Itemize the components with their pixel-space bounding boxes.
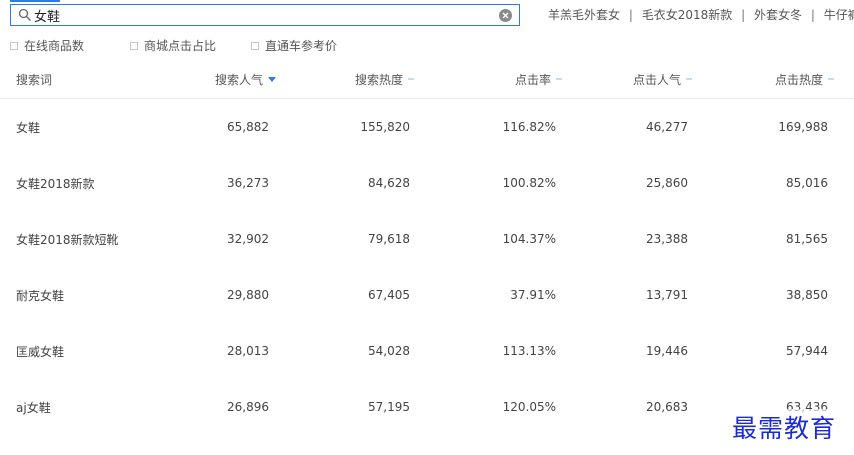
cell-click-popularity: 25,860: [646, 176, 688, 190]
checkbox[interactable]: [10, 41, 18, 50]
related-keywords: 羊羔毛外套女 | 毛衣女2018新款 | 外套女冬 | 牛仔裤: [548, 6, 854, 23]
cell-search-term: aj女鞋: [16, 400, 51, 415]
table-row[interactable]: 耐克女鞋 29,880 67,405 37.91% 13,791 38,850: [0, 267, 854, 323]
table-row[interactable]: 女鞋2018新款 36,273 84,628 100.82% 25,860 85…: [0, 155, 854, 211]
top-accent-line: [10, 0, 60, 2]
sort-desc-icon[interactable]: [268, 76, 277, 82]
search-input[interactable]: [34, 7, 494, 23]
header-label: 搜索词: [16, 72, 53, 87]
cell-click-popularity: 23,388: [646, 232, 688, 246]
cell-search-popularity: 65,882: [227, 120, 269, 134]
cell-click-heat: 169,988: [778, 120, 828, 134]
cell-search-popularity: 32,902: [227, 232, 269, 246]
cell-search-heat: 57,195: [368, 400, 410, 414]
table-row[interactable]: 匡威女鞋 28,013 54,028 113.13% 19,446 57,944: [0, 323, 854, 379]
cell-search-popularity: 28,013: [227, 344, 269, 358]
keyword-link[interactable]: 牛仔裤: [824, 6, 854, 23]
table-header-row: 搜索词 搜索人气 搜索热度 点击率 点击人气 点击热度: [0, 60, 854, 99]
cell-search-heat: 67,405: [368, 288, 410, 302]
header-label: 点击率: [515, 72, 552, 87]
cell-click-rate: 113.13%: [502, 344, 556, 358]
sort-icon[interactable]: [408, 78, 415, 80]
cell-click-heat: 81,565: [786, 232, 828, 246]
filter-online-products[interactable]: 在线商品数: [10, 37, 84, 54]
keyword-link[interactable]: 外套女冬: [754, 6, 802, 23]
filter-ztc-reference-price[interactable]: 直通车参考价: [251, 37, 337, 54]
keyword-link[interactable]: 毛衣女2018新款: [642, 6, 733, 23]
cell-search-term: 耐克女鞋: [16, 288, 65, 303]
cell-search-term: 匡威女鞋: [16, 344, 65, 359]
cell-search-heat: 79,618: [368, 232, 410, 246]
sort-icon[interactable]: [828, 78, 835, 80]
search-box[interactable]: [10, 4, 520, 26]
sort-icon[interactable]: [686, 78, 693, 80]
cell-click-heat: 57,944: [786, 344, 828, 358]
keyword-separator: |: [628, 8, 633, 22]
cell-click-popularity: 13,791: [646, 288, 688, 302]
header-label: 搜索人气: [215, 72, 264, 87]
header-click-heat[interactable]: 点击热度: [775, 60, 835, 98]
filter-label: 在线商品数: [24, 39, 85, 53]
header-search-popularity[interactable]: 搜索人气: [215, 60, 277, 98]
header-click-rate[interactable]: 点击率: [515, 60, 563, 98]
header-search-term: 搜索词: [16, 60, 52, 98]
header-label: 点击热度: [775, 72, 824, 87]
table-row[interactable]: 女鞋2018新款短靴 32,902 79,618 104.37% 23,388 …: [0, 211, 854, 267]
table-row[interactable]: aj女鞋 26,896 57,195 120.05% 20,683 63,436: [0, 379, 854, 435]
cell-search-term: 女鞋2018新款短靴: [16, 232, 119, 247]
keyword-separator: |: [810, 8, 815, 22]
cell-click-rate: 104.37%: [502, 232, 556, 246]
cell-click-popularity: 20,683: [646, 400, 688, 414]
search-icon: [18, 8, 31, 21]
cell-search-term: 女鞋: [16, 120, 41, 135]
cell-search-heat: 54,028: [368, 344, 410, 358]
header-label: 搜索热度: [355, 72, 404, 87]
clear-icon[interactable]: [499, 9, 512, 22]
cell-click-rate: 120.05%: [502, 400, 556, 414]
header-label: 点击人气: [633, 72, 682, 87]
cell-click-popularity: 19,446: [646, 344, 688, 358]
cell-search-term: 女鞋2018新款: [16, 176, 95, 191]
keyword-link[interactable]: 羊羔毛外套女: [548, 6, 620, 23]
table-row[interactable]: 女鞋 65,882 155,820 116.82% 46,277 169,988: [0, 99, 854, 155]
sort-icon[interactable]: [556, 78, 563, 80]
cell-search-heat: 155,820: [360, 120, 410, 134]
cell-search-popularity: 26,896: [227, 400, 269, 414]
cell-search-popularity: 36,273: [227, 176, 269, 190]
watermark-text: 最需教育: [732, 409, 837, 445]
header-click-popularity[interactable]: 点击人气: [633, 60, 693, 98]
filter-label: 直通车参考价: [265, 39, 338, 53]
cell-click-heat: 85,016: [786, 176, 828, 190]
cell-click-rate: 100.82%: [502, 176, 556, 190]
cell-click-rate: 37.91%: [510, 288, 556, 302]
filter-label: 商城点击占比: [144, 39, 217, 53]
checkbox[interactable]: [251, 41, 259, 50]
cell-search-heat: 84,628: [368, 176, 410, 190]
cell-click-popularity: 46,277: [646, 120, 688, 134]
filter-mall-click-ratio[interactable]: 商城点击占比: [130, 37, 216, 54]
keyword-separator: |: [741, 8, 746, 22]
keyword-table: 搜索词 搜索人气 搜索热度 点击率 点击人气 点击热度 女鞋 65,882 15…: [0, 60, 854, 435]
cell-click-rate: 116.82%: [502, 120, 556, 134]
header-search-heat[interactable]: 搜索热度: [355, 60, 415, 98]
checkbox[interactable]: [130, 41, 138, 50]
cell-search-popularity: 29,880: [227, 288, 269, 302]
cell-click-heat: 38,850: [786, 288, 828, 302]
